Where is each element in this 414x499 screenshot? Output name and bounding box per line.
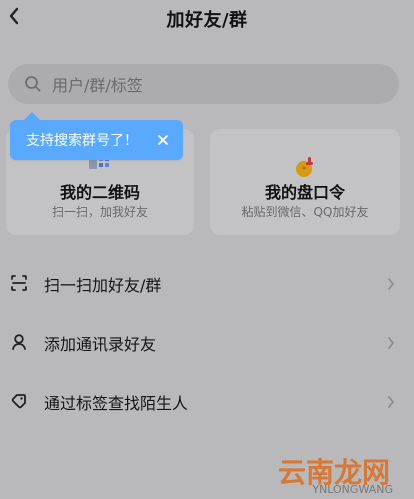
close-icon[interactable] [155,132,171,148]
page-title: 加好友/群 [166,10,248,31]
list-item-label: 扫一扫加好友/群 [44,276,162,295]
search-bar[interactable]: 用户/群/标签 [8,64,399,104]
tooltip: 支持搜索群号了！ [10,112,183,160]
search-input-placeholder[interactable]: 用户/群/标签 [52,72,143,96]
actions-list: 扫一扫加好友/群 添加通讯录好友 通过标签查找陌生人 [0,254,414,431]
card-title: 我的二维码 [59,183,140,202]
list-item-contacts[interactable]: 添加通讯录好友 [0,313,414,372]
scan-icon [9,273,29,293]
my-pankouling-card[interactable]: 我的盘口令 粘贴到微信、QQ加好友 [210,129,400,235]
list-item-scan[interactable]: 扫一扫加好友/群 [0,254,414,313]
card-subtitle: 扫一扫，加我好友 [51,205,148,219]
user-icon [9,332,29,352]
card-subtitle: 粘贴到微信、QQ加好友 [241,205,369,219]
chevron-right-icon [386,276,396,290]
header: 加好友/群 [0,0,414,38]
tag-icon [9,391,29,411]
card-title: 我的盘口令 [264,183,345,202]
tooltip-text: 支持搜索群号了！ [26,133,138,149]
list-item-tag-search[interactable]: 通过标签查找陌生人 [0,372,414,431]
chevron-right-icon [386,394,396,408]
watermark-subtext: YNLONGWANG [312,483,393,496]
search-icon [24,75,42,93]
chevron-right-icon [386,335,396,349]
list-item-label: 添加通讯录好友 [44,335,157,354]
list-item-label: 通过标签查找陌生人 [44,394,189,413]
